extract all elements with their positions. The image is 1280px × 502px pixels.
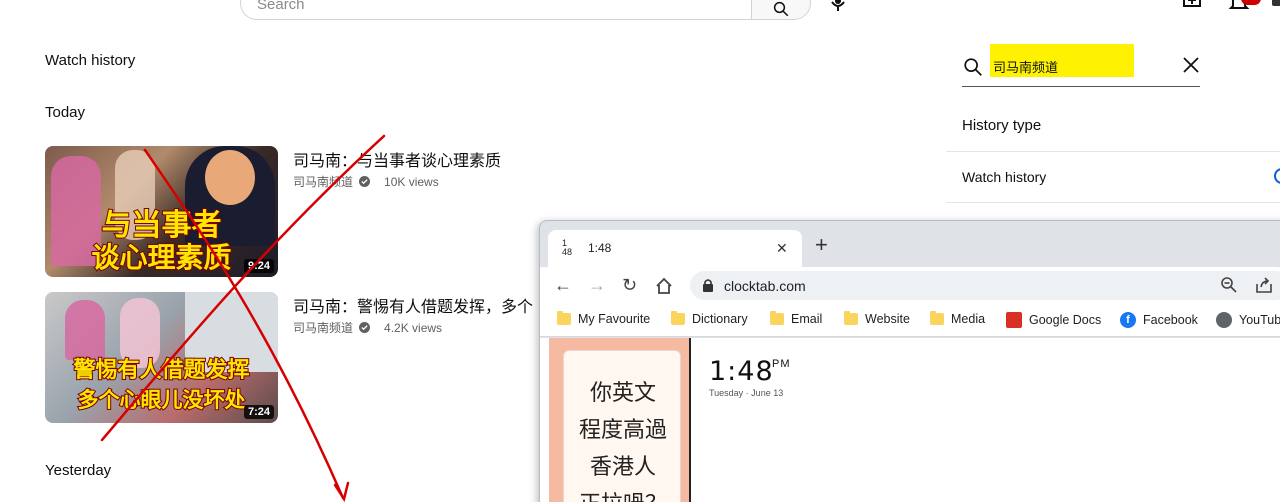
address-bar[interactable]: clocktab.com	[690, 271, 1280, 300]
new-tab-icon[interactable]: +	[815, 234, 828, 256]
search-icon	[964, 58, 982, 76]
video-duration: 9:24	[243, 259, 274, 273]
video-title[interactable]: 司马南：警惕有人借题发挥，多个	[293, 293, 533, 317]
history-type-option-watch[interactable]: Watch history	[962, 169, 1046, 185]
clock-date: Tuesday · June 13	[709, 388, 784, 398]
lock-icon[interactable]	[702, 278, 714, 292]
verified-check-icon	[359, 176, 371, 187]
close-tab-icon[interactable]: ✕	[776, 240, 788, 257]
clock-time: 1:48	[709, 356, 774, 387]
video-meta: 司马南频道 4.2K views	[293, 319, 442, 336]
poster-text: 你英文 程度高過 香港人 正拉喎？	[578, 381, 667, 502]
browser-toolbar: ← → ↻ clocktab.com	[540, 267, 1280, 304]
channel-name[interactable]: 司马南频道	[293, 173, 353, 190]
folder-icon	[557, 311, 571, 325]
bookmark-youtube[interactable]: YouTube	[1216, 312, 1280, 328]
poster-card: 你英文 程度高過 香港人 正拉喎？	[563, 350, 681, 502]
google-docs-icon	[1006, 312, 1022, 328]
bookmark-email[interactable]: Email	[770, 311, 822, 326]
folder-icon	[844, 311, 858, 325]
video-item[interactable]: 与当事者 谈心理素质 9:24 司马南：与当事者谈心理素质 司马南频道 10K …	[45, 146, 625, 278]
search-input[interactable]: Search	[240, 0, 752, 20]
globe-icon	[1216, 312, 1232, 328]
bookmark-dictionary[interactable]: Dictionary	[671, 311, 748, 326]
back-icon[interactable]: ←	[554, 275, 572, 295]
bookmark-my-favourite[interactable]: My Favourite	[557, 311, 650, 326]
url-text: clocktab.com	[724, 278, 806, 294]
view-count: 4.2K views	[384, 320, 443, 335]
create-icon[interactable]	[1182, 0, 1204, 10]
page-content: 你英文 程度高過 香港人 正拉喎？ 1:48 PM Tuesday · June…	[540, 338, 1280, 502]
share-icon[interactable]	[1255, 276, 1273, 294]
bookmarks-bar: My Favourite Dictionary Email Website Me…	[540, 304, 1280, 337]
bookmark-website[interactable]: Website	[844, 311, 910, 326]
channel-name[interactable]: 司马南频道	[293, 319, 353, 336]
video-thumbnail[interactable]: 与当事者 谈心理素质 9:24	[45, 146, 278, 277]
clear-icon[interactable]	[1182, 56, 1200, 74]
tab-favicon: 1 48	[562, 238, 573, 257]
thumbnail-caption: 警惕有人借题发挥	[72, 357, 250, 384]
divider	[946, 151, 1280, 152]
page-title: Watch history	[45, 52, 136, 69]
history-type-heading: History type	[962, 117, 1042, 134]
radio-button[interactable]	[1274, 168, 1280, 184]
avatar[interactable]	[1272, 0, 1280, 6]
bookmark-facebook[interactable]: f Facebook	[1120, 312, 1198, 328]
bookmark-media[interactable]: Media	[930, 311, 985, 326]
tab-title: 1:48	[588, 241, 612, 255]
home-icon[interactable]	[655, 277, 673, 295]
view-count: 10K views	[384, 174, 439, 189]
notification-badge	[1241, 0, 1261, 5]
section-yesterday: Yesterday	[45, 462, 112, 479]
video-meta: 司马南频道 10K views	[293, 173, 439, 190]
reload-icon[interactable]: ↻	[622, 275, 637, 295]
search-placeholder: Search	[257, 0, 305, 13]
facebook-icon: f	[1120, 312, 1136, 328]
section-today: Today	[45, 104, 86, 121]
video-duration: 7:24	[243, 405, 274, 419]
bookmark-google-docs[interactable]: Google Docs	[1006, 312, 1101, 328]
verified-check-icon	[359, 322, 371, 333]
folder-icon	[671, 311, 685, 325]
search-button[interactable]	[751, 0, 811, 20]
history-search-value: 司马南频道	[993, 60, 1059, 75]
browser-window[interactable]: 1 48 1:48 ✕ + ← → ↻ clocktab.com My Favo…	[539, 220, 1280, 502]
video-item[interactable]: 警惕有人借题发挥 多个心眼儿没坏处 7:24 司马南：警惕有人借题发挥，多个 司…	[45, 292, 625, 424]
folder-icon	[930, 311, 944, 325]
divider	[689, 338, 691, 502]
folder-icon	[770, 311, 784, 325]
video-title[interactable]: 司马南：与当事者谈心理素质	[293, 147, 501, 171]
poster-image: 你英文 程度高過 香港人 正拉喎？	[549, 338, 689, 502]
mic-icon[interactable]	[828, 0, 848, 12]
search-icon	[773, 1, 789, 17]
zoom-icon[interactable]	[1220, 276, 1238, 294]
forward-icon[interactable]: →	[588, 275, 606, 295]
video-thumbnail[interactable]: 警惕有人借题发挥 多个心眼儿没坏处 7:24	[45, 292, 278, 423]
browser-tab[interactable]: 1 48 1:48 ✕	[548, 230, 802, 268]
divider	[946, 202, 1280, 203]
clock-ampm: PM	[772, 358, 791, 370]
